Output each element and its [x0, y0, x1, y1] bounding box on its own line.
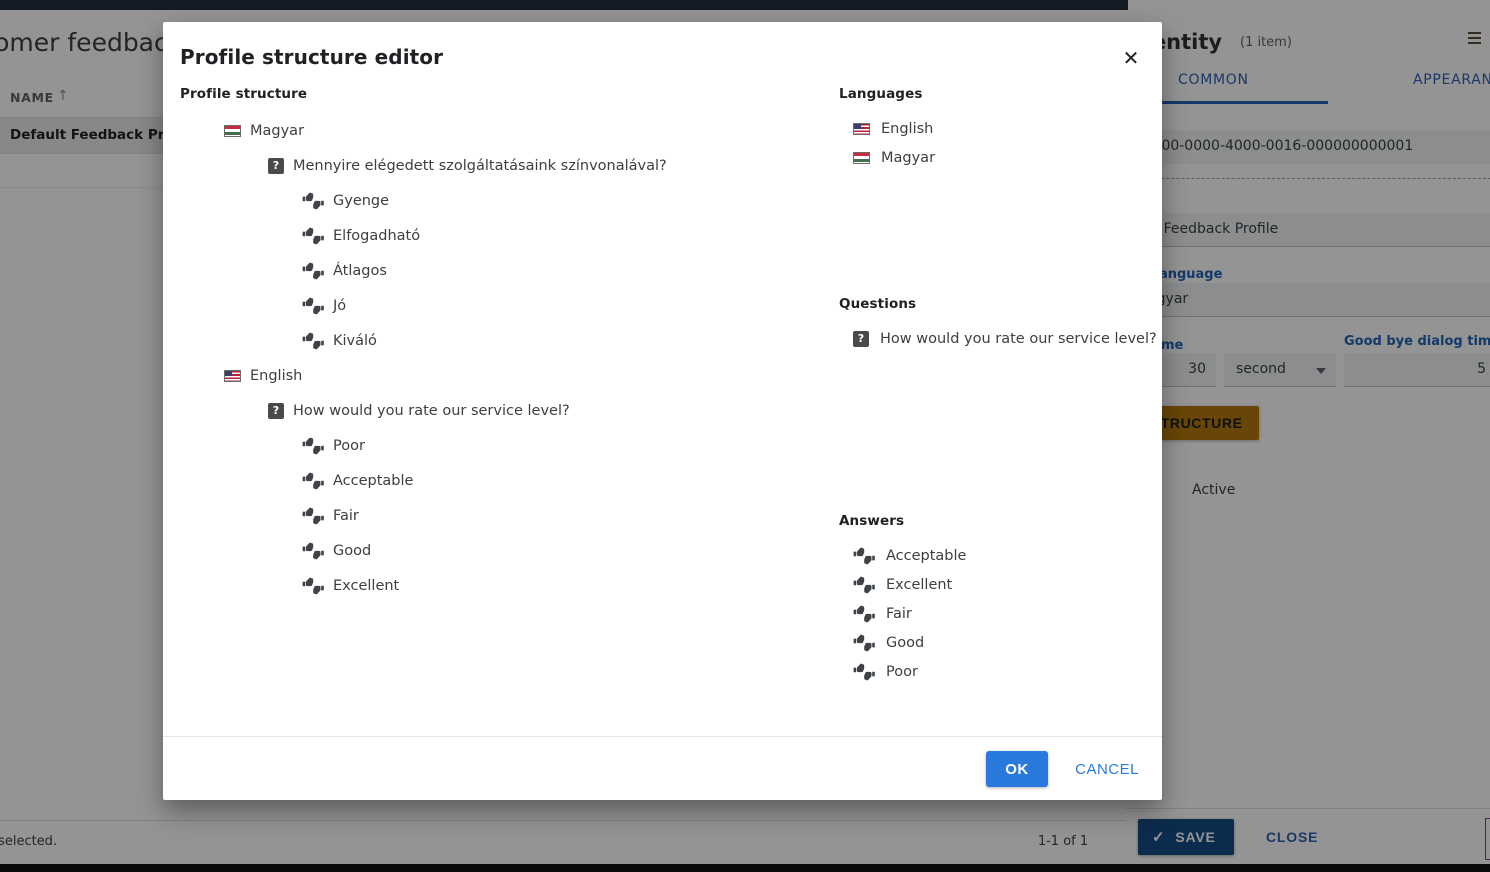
question-icon: ? — [268, 402, 284, 419]
languages-heading: Languages — [839, 86, 923, 102]
thumbs-up-down-icon — [302, 332, 324, 350]
answer-list-item[interactable]: Excellent — [839, 570, 1139, 599]
tree-node-question[interactable]: ? How would you rate our service level? — [180, 398, 820, 423]
tree-node-label: Átlagos — [333, 262, 387, 279]
answer-list-item[interactable]: Poor — [839, 657, 1139, 686]
question-icon: ? — [268, 157, 284, 174]
tree-node-label: Magyar — [250, 122, 305, 139]
list-item-label: How would you rate our service level? — [880, 330, 1157, 347]
tree-node-question[interactable]: ? Mennyire elégedett szolgáltatásaink szí… — [180, 153, 820, 178]
list-item-label: Poor — [886, 663, 918, 680]
dialog-footer: OK CANCEL — [163, 736, 1162, 800]
list-item-label: Acceptable — [886, 547, 967, 564]
thumbs-up-down-icon — [302, 507, 324, 525]
thumbs-up-down-icon — [853, 605, 875, 623]
answers-list: Acceptable Excellent Fair Good Poor — [839, 541, 1139, 686]
tree-node-answer[interactable]: Fair — [180, 503, 820, 528]
tree-node-label: Poor — [333, 437, 365, 454]
tree-node-label: Good — [333, 542, 372, 559]
thumbs-up-down-icon — [302, 577, 324, 595]
thumbs-up-down-icon — [302, 227, 324, 245]
hungary-flag-icon — [853, 151, 870, 164]
palettes-column: Languages English Magyar Questions ? How w… — [839, 86, 1157, 686]
thumbs-up-down-icon — [302, 437, 324, 455]
tree-node-label: Kiváló — [333, 332, 377, 349]
language-list-item[interactable]: English — [839, 114, 1139, 143]
tree-node-language[interactable]: English — [180, 363, 820, 388]
tree-node-answer[interactable]: Átlagos — [180, 258, 820, 283]
tree-node-label: Fair — [333, 507, 359, 524]
ok-button[interactable]: OK — [986, 751, 1048, 787]
tree-node-answer[interactable]: Elfogadható — [180, 223, 820, 248]
tree-node-answer[interactable]: Excellent — [180, 573, 820, 598]
close-icon[interactable]: ✕ — [1114, 42, 1148, 76]
tree-node-label: Mennyire elégedett szolgáltatásaink szín… — [293, 157, 667, 174]
tree-node-answer[interactable]: Good — [180, 538, 820, 563]
thumbs-up-down-icon — [302, 297, 324, 315]
thumbs-up-down-icon — [302, 542, 324, 560]
tree-node-answer[interactable]: Jó — [180, 293, 820, 318]
tree-node-label: How would you rate our service level? — [293, 402, 570, 419]
thumbs-up-down-icon — [302, 262, 324, 280]
thumbs-up-down-icon — [853, 576, 875, 594]
dialog-body: Profile structure Magyar? Mennyire eléged… — [163, 86, 1162, 736]
thumbs-up-down-icon — [302, 192, 324, 210]
list-item-label: Excellent — [886, 576, 953, 593]
answer-list-item[interactable]: Fair — [839, 599, 1139, 628]
tree-node-answer[interactable]: Gyenge — [180, 188, 820, 213]
dialog-title: Profile structure editor — [180, 45, 444, 69]
answer-list-item[interactable]: Acceptable — [839, 541, 1139, 570]
tree-node-label: Excellent — [333, 577, 400, 594]
tree-node-label: Gyenge — [333, 192, 390, 209]
list-item-label: Fair — [886, 605, 912, 622]
tree-node-label: Acceptable — [333, 472, 414, 489]
tree-node-label: Jó — [333, 297, 347, 314]
thumbs-up-down-icon — [853, 663, 875, 681]
hungary-flag-icon — [224, 124, 241, 137]
tree-node-answer[interactable]: Kiváló — [180, 328, 820, 353]
tree-node-answer[interactable]: Poor — [180, 433, 820, 458]
list-item-label: English — [881, 120, 934, 137]
tree-node-answer[interactable]: Acceptable — [180, 468, 820, 493]
languages-list: English Magyar — [839, 114, 1139, 172]
thumbs-up-down-icon — [853, 634, 875, 652]
profile-structure-tree: Magyar? Mennyire elégedett szolgáltatásai… — [180, 118, 820, 598]
usa-flag-icon — [853, 122, 870, 135]
answer-list-item[interactable]: Good — [839, 628, 1139, 657]
tree-node-label: English — [250, 367, 303, 384]
cancel-button[interactable]: CANCEL — [1069, 751, 1145, 787]
questions-heading: Questions — [839, 296, 917, 312]
usa-flag-icon — [224, 369, 241, 382]
list-item-label: Magyar — [881, 149, 936, 166]
tree-node-language[interactable]: Magyar — [180, 118, 820, 143]
thumbs-up-down-icon — [302, 472, 324, 490]
profile-structure-heading: Profile structure — [180, 86, 308, 102]
answers-heading: Answers — [839, 513, 905, 529]
thumbs-up-down-icon — [853, 547, 875, 565]
question-icon: ? — [853, 330, 869, 347]
language-list-item[interactable]: Magyar — [839, 143, 1139, 172]
list-item-label: Good — [886, 634, 925, 651]
profile-structure-column: Profile structure Magyar? Mennyire eléged… — [180, 86, 820, 608]
question-list-item[interactable]: ? How would you rate our service level? — [839, 324, 1157, 353]
questions-list: ? How would you rate our service level? — [839, 324, 1157, 353]
tree-node-label: Elfogadható — [333, 227, 421, 244]
profile-structure-editor-dialog: Profile structure editor ✕ Profile struc… — [163, 22, 1162, 800]
